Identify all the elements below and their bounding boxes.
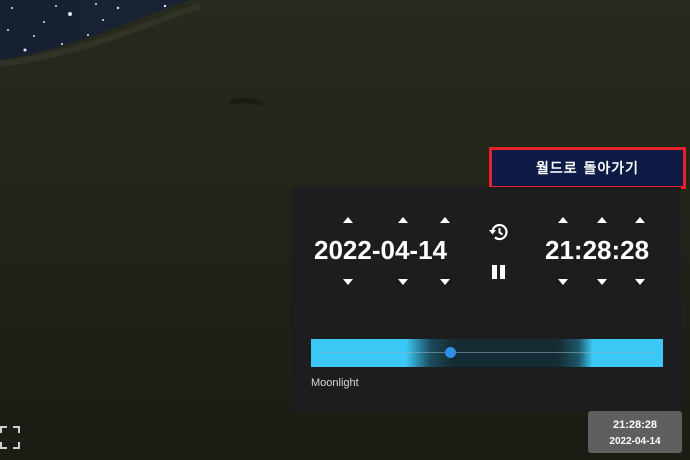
year-up-arrow-icon[interactable] — [343, 217, 353, 223]
year-down-arrow-icon[interactable] — [343, 279, 353, 285]
corner-clock-time: 21:28:28 — [612, 419, 658, 431]
month-up-arrow-icon[interactable] — [398, 217, 408, 223]
second-up-arrow-icon[interactable] — [635, 217, 645, 223]
slider-thumb[interactable] — [445, 347, 456, 358]
date-display: 2022-04-14 — [314, 235, 447, 265]
date-time-panel: 2022-04-14 21:28:28 Moonlight — [291, 187, 681, 411]
moonlight-label: Moonlight — [311, 377, 359, 389]
minute-down-arrow-icon[interactable] — [597, 279, 607, 285]
reset-time-icon[interactable] — [488, 221, 510, 243]
month-down-arrow-icon[interactable] — [398, 279, 408, 285]
hour-down-arrow-icon[interactable] — [558, 279, 568, 285]
return-to-world-label: 월드로 돌아가기 — [535, 161, 640, 177]
corner-clock-date: 2022-04-14 — [609, 436, 661, 447]
time-display: 21:28:28 — [545, 235, 650, 265]
day-down-arrow-icon[interactable] — [440, 279, 450, 285]
slider-track — [319, 352, 655, 353]
day-up-arrow-icon[interactable] — [440, 217, 450, 223]
hour-up-arrow-icon[interactable] — [558, 217, 568, 223]
moonlight-slider-gradient — [311, 339, 663, 367]
expand-icon[interactable] — [0, 426, 22, 454]
pause-icon[interactable] — [492, 265, 506, 281]
corner-clock-button[interactable]: 21:28:28 2022-04-14 — [588, 411, 682, 453]
second-down-arrow-icon[interactable] — [635, 279, 645, 285]
moonlight-slider[interactable] — [311, 339, 663, 367]
return-to-world-button[interactable]: 월드로 돌아가기 — [489, 147, 686, 189]
minute-up-arrow-icon[interactable] — [597, 217, 607, 223]
